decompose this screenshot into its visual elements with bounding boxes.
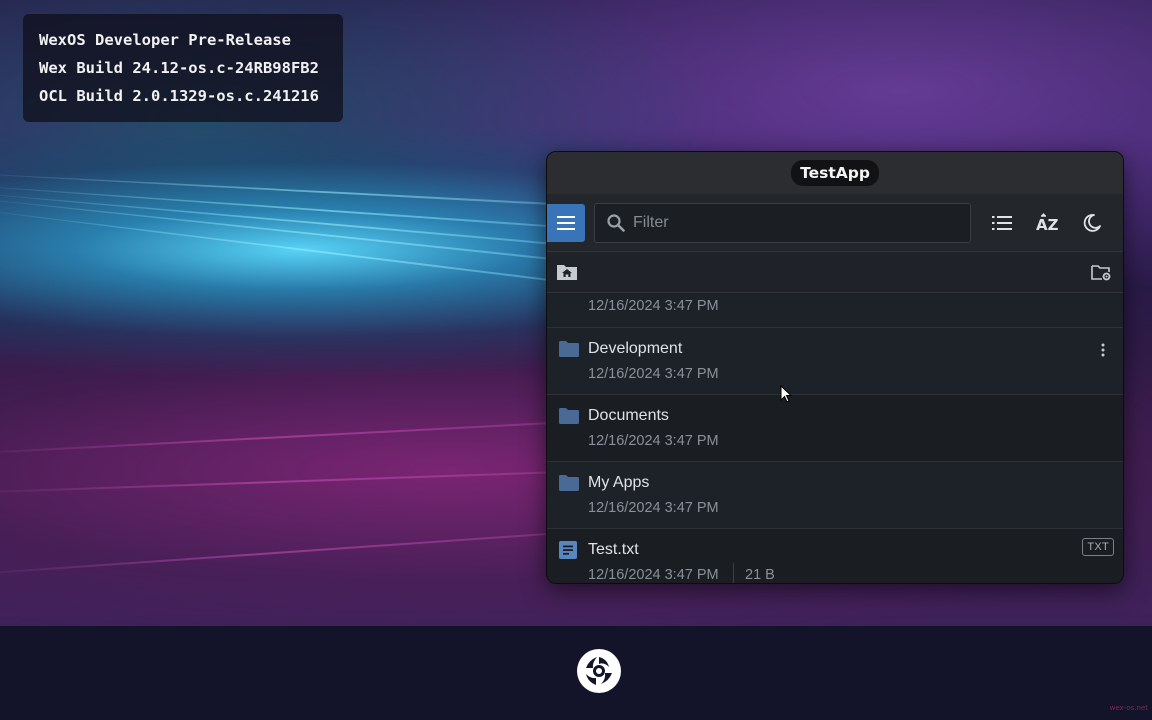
list-item[interactable]: Development 12/16/2024 3:47 PM [547, 328, 1123, 395]
list-item[interactable]: Test.txt 12/16/2024 3:47 PM 21 B TXT [547, 529, 1123, 583]
more-options-button[interactable] [1095, 340, 1111, 360]
theme-toggle-button[interactable] [1079, 210, 1105, 236]
item-date: 12/16/2024 3:47 PM [588, 298, 719, 314]
divider [733, 563, 734, 583]
toolbar: AZ [547, 194, 1123, 252]
item-date: 12/16/2024 3:47 PM [588, 433, 719, 449]
kebab-menu-icon [1101, 343, 1105, 357]
filter-box[interactable] [594, 203, 971, 243]
item-date: 12/16/2024 3:47 PM [588, 567, 719, 583]
hamburger-icon [557, 216, 575, 230]
sort-button[interactable]: AZ [1034, 210, 1060, 236]
watermark: wex-os.net [1109, 704, 1148, 712]
text-file-icon [559, 541, 577, 559]
folder-icon [559, 408, 579, 424]
wexos-logo-icon [577, 649, 621, 693]
build-info-line: OCL Build 2.0.1329-os.c.241216 [39, 87, 319, 105]
item-size: 21 B [745, 567, 775, 583]
folder-settings-icon [1091, 265, 1111, 281]
folder-settings-button[interactable] [1091, 263, 1111, 286]
item-date: 12/16/2024 3:47 PM [588, 366, 719, 382]
folder-icon [559, 341, 579, 357]
filter-input[interactable] [633, 214, 953, 232]
app-window: TestApp AZ [546, 151, 1124, 584]
item-name: Development [588, 340, 683, 357]
folder-icon [559, 475, 579, 491]
build-info-line: WexOS Developer Pre-Release [39, 31, 291, 49]
home-folder-button[interactable] [557, 263, 577, 286]
file-list: 12/16/2024 3:47 PM Development 12/16/202… [547, 293, 1123, 583]
moon-icon [1083, 214, 1101, 232]
item-name: Documents [588, 407, 669, 424]
path-bar [547, 252, 1123, 293]
mouse-cursor-icon [780, 385, 792, 403]
list-view-icon [992, 216, 1012, 230]
build-info-overlay: WexOS Developer Pre-Release Wex Build 24… [23, 14, 343, 122]
item-name: My Apps [588, 474, 650, 491]
build-info-line: Wex Build 24.12-os.c-24RB98FB2 [39, 59, 319, 77]
svg-text:AZ: AZ [1036, 216, 1058, 233]
list-item[interactable]: My Apps 12/16/2024 3:47 PM [547, 462, 1123, 529]
search-icon [607, 214, 625, 232]
folder-home-icon [557, 265, 577, 280]
menu-button[interactable] [547, 204, 585, 242]
list-view-button[interactable] [989, 210, 1015, 236]
sort-az-icon: AZ [1036, 213, 1058, 233]
list-item[interactable]: Documents 12/16/2024 3:47 PM [547, 395, 1123, 462]
file-extension-badge: TXT [1082, 538, 1114, 556]
item-name: Test.txt [588, 541, 639, 558]
start-button[interactable] [574, 646, 624, 696]
list-item[interactable]: 12/16/2024 3:47 PM [547, 293, 1123, 328]
window-titlebar[interactable]: TestApp [547, 152, 1123, 194]
item-date: 12/16/2024 3:47 PM [588, 500, 719, 516]
window-title: TestApp [791, 160, 879, 186]
